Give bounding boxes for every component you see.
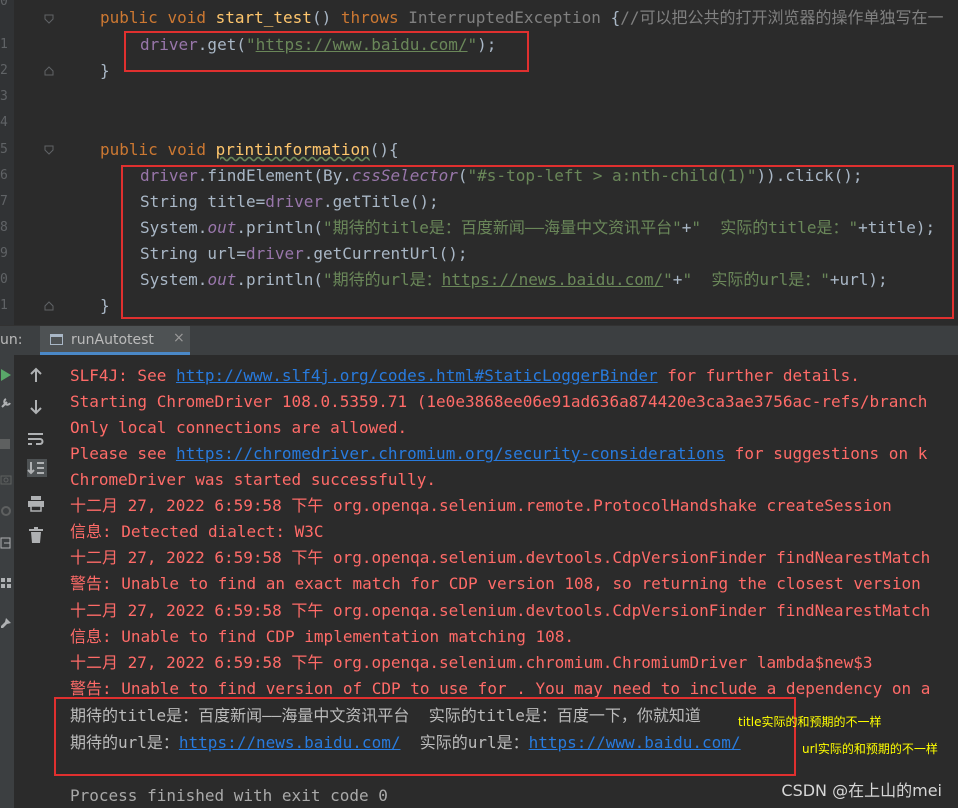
- camera-icon[interactable]: [0, 473, 12, 485]
- run-toolbar: [16, 355, 56, 808]
- stop-icon[interactable]: [0, 439, 10, 449]
- code-editor[interactable]: 0 1 2 3 4 5 6 7 8 9 0 1 public void star…: [0, 0, 958, 325]
- console-line: Starting ChromeDriver 108.0.5359.71 (1e0…: [70, 392, 928, 411]
- fold-end-icon[interactable]: [44, 301, 54, 311]
- console-line: Only local connections are allowed.: [70, 418, 408, 437]
- console-line: ChromeDriver was started successfully.: [70, 470, 437, 489]
- print-icon[interactable]: [27, 495, 45, 512]
- run-toolbar-left: [0, 355, 14, 808]
- console-link[interactable]: http://www.slf4j.org/codes.html#StaticLo…: [176, 366, 658, 385]
- line-number: 7: [0, 194, 8, 209]
- line-number: 9: [0, 246, 8, 261]
- code-line: }: [100, 296, 110, 315]
- line-number: 0: [0, 0, 8, 9]
- console-link[interactable]: https://chromedriver.chromium.org/securi…: [176, 444, 725, 463]
- line-number: 2: [0, 63, 8, 78]
- pin-icon[interactable]: [0, 617, 12, 629]
- console-line: 十二月 27, 2022 6:59:58 下午 org.openqa.selen…: [70, 496, 892, 515]
- trash-icon[interactable]: [29, 527, 43, 544]
- layout-icon[interactable]: [0, 577, 12, 589]
- rerun-icon[interactable]: [1, 369, 11, 381]
- highlight-box: [121, 165, 954, 319]
- code-line: public void printinformation(){: [100, 140, 399, 159]
- tab-label: runAutotest: [71, 332, 154, 348]
- exit-icon[interactable]: [0, 537, 12, 549]
- line-number: 1: [0, 37, 8, 52]
- fold-end-icon[interactable]: [44, 66, 54, 76]
- console-tab-icon: [50, 334, 63, 345]
- watermark: CSDN @在上山的mei: [781, 781, 942, 800]
- fold-icon[interactable]: [44, 145, 54, 155]
- fold-icon[interactable]: [44, 14, 54, 24]
- line-number: 4: [0, 115, 8, 130]
- console-line: SLF4J: See http://www.slf4j.org/codes.ht…: [70, 366, 860, 385]
- highlight-box: [124, 31, 529, 72]
- console-line: 十二月 27, 2022 6:59:58 下午 org.openqa.selen…: [70, 653, 873, 672]
- console-line: 信息: Detected dialect: W3C: [70, 522, 324, 541]
- tab-run-autotest[interactable]: runAutotest ×: [40, 326, 190, 355]
- console-finish-line: Process finished with exit code 0: [70, 786, 388, 805]
- settings-icon[interactable]: [0, 505, 12, 517]
- line-number: 5: [0, 142, 8, 157]
- line-number-gutter: 0 1 2 3 4 5 6 7 8 9 0 1: [0, 0, 14, 325]
- console-line: Please see https://chromedriver.chromium…: [70, 444, 928, 463]
- run-console[interactable]: SLF4J: See http://www.slf4j.org/codes.ht…: [0, 355, 958, 808]
- arrow-up-icon[interactable]: [28, 367, 44, 383]
- close-icon[interactable]: ×: [173, 330, 185, 346]
- soft-wrap-icon[interactable]: [27, 431, 45, 447]
- line-number: 3: [0, 89, 8, 104]
- run-tool-window-header: un: runAutotest ×: [0, 325, 958, 356]
- console-line: 十二月 27, 2022 6:59:58 下午 org.openqa.selen…: [70, 601, 931, 620]
- console-line: 十二月 27, 2022 6:59:58 下午 org.openqa.selen…: [70, 548, 931, 567]
- line-number: 8: [0, 220, 8, 235]
- annotation-title-mismatch: title实际的和预期的不一样: [738, 715, 882, 729]
- run-label: un:: [0, 332, 23, 348]
- line-number: 6: [0, 168, 8, 183]
- wrench-icon[interactable]: [0, 397, 12, 409]
- line-number: 0: [0, 272, 8, 287]
- arrow-down-icon[interactable]: [28, 399, 44, 415]
- code-line: public void start_test() throws Interrup…: [100, 8, 944, 27]
- annotation-url-mismatch: url实际的和预期的不一样: [802, 742, 938, 756]
- code-line: }: [100, 61, 110, 80]
- console-line: 信息: Unable to find CDP implementation ma…: [70, 627, 575, 646]
- console-line: 警告: Unable to find an exact match for CD…: [70, 574, 921, 593]
- scroll-to-end-icon[interactable]: [27, 459, 47, 477]
- highlight-box: [54, 697, 796, 776]
- line-number: 1: [0, 298, 8, 313]
